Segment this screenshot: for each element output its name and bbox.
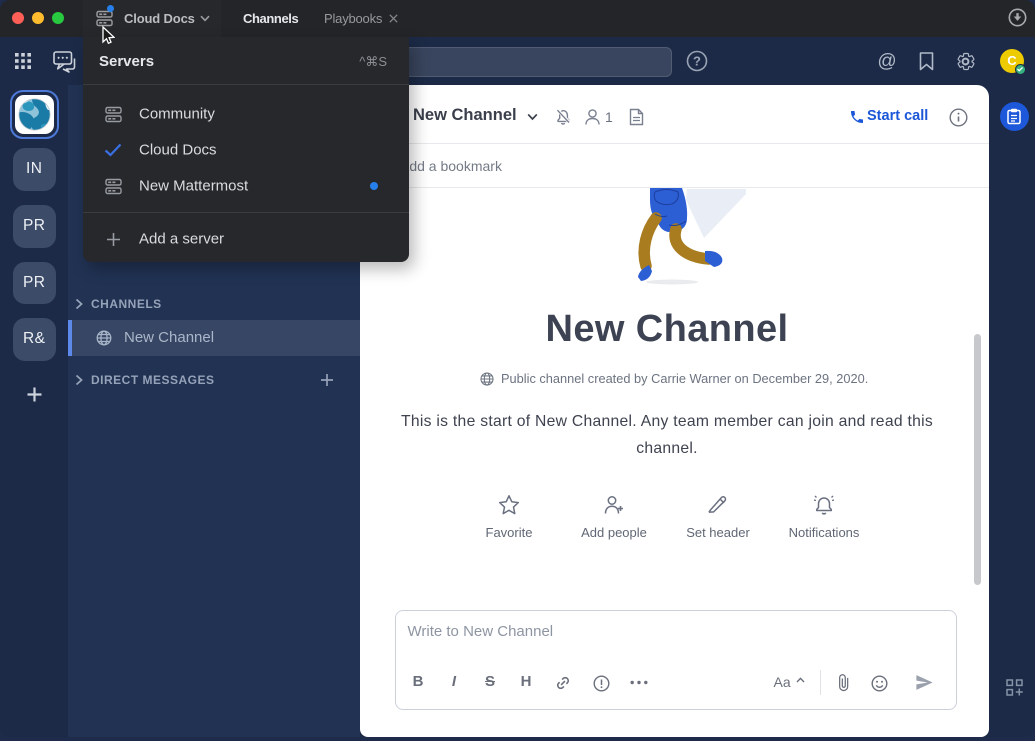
svg-text:@: @ <box>877 51 896 71</box>
svg-text:?: ? <box>693 54 701 69</box>
